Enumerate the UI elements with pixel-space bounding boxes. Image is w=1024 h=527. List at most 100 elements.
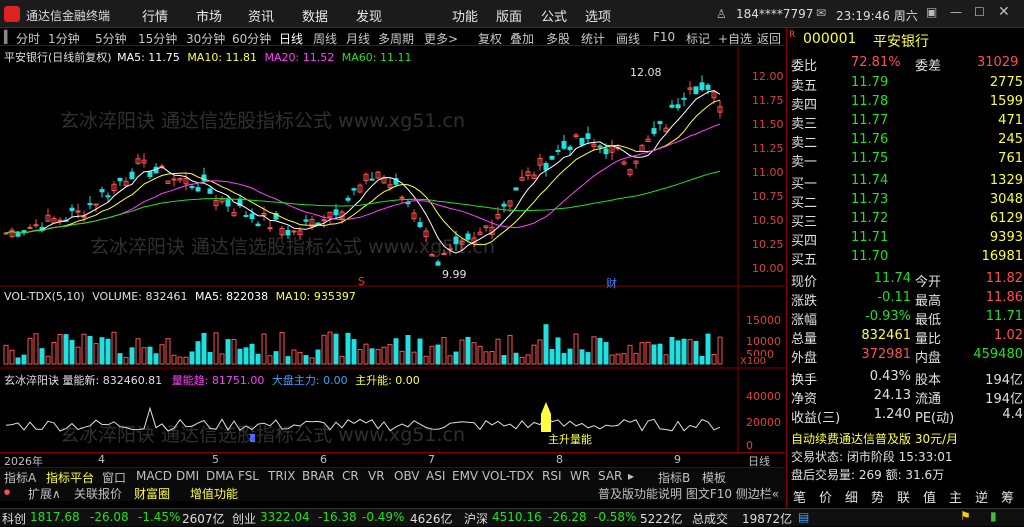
idx-hushen-name[interactable]: 沪深 <box>464 510 488 527</box>
minimize-icon[interactable]: — <box>950 5 962 19</box>
tab-related-quote[interactable]: 关联报价 <box>74 485 122 502</box>
close-icon[interactable]: ✕ <box>998 4 1010 20</box>
period-15min[interactable]: 15分钟 <box>138 30 177 47</box>
tool-biaoji[interactable]: 标记 <box>686 30 710 47</box>
quote-tab-1[interactable]: 价 <box>819 487 832 506</box>
stat-value: 11.86 <box>985 290 1023 305</box>
promo-banner[interactable]: 自动续费通达信普及版 30元/月 <box>791 430 1023 448</box>
menu-gongneng[interactable]: 功能 <box>452 6 478 25</box>
tab-value-added[interactable]: 增值功能 <box>190 485 238 502</box>
menu-shichang[interactable]: 市场 <box>196 6 222 25</box>
period-weekly[interactable]: 周线 <box>313 30 337 47</box>
candle-body <box>195 187 201 192</box>
menu-faxian[interactable]: 发现 <box>356 6 382 25</box>
bid-row[interactable]: 买四 11.71 9393 <box>791 229 1023 249</box>
quote-tab-6[interactable]: 主 <box>949 487 962 506</box>
tab-vr[interactable]: VR <box>368 469 385 483</box>
skin-icon[interactable]: ▣ <box>926 5 937 19</box>
tool-tongji[interactable]: 统计 <box>581 30 605 47</box>
volume-bar <box>447 355 453 365</box>
tab-rsi[interactable]: RSI <box>542 469 562 483</box>
bottom-right-links[interactable]: 普及版功能说明 图文F10 侧边栏« <box>598 485 779 502</box>
quote-tab-2[interactable]: 细 <box>845 487 858 506</box>
ask-row[interactable]: 卖二 11.76 245 <box>791 131 1023 151</box>
tool-duogu[interactable]: 多股 <box>546 30 570 47</box>
menu-zixun[interactable]: 资讯 <box>248 6 274 25</box>
period-more[interactable]: 更多> <box>424 30 458 47</box>
signal-icon: ▮ <box>990 509 997 523</box>
ask-row[interactable]: 卖三 11.77 471 <box>791 112 1023 132</box>
account-label[interactable]: 184****7797 <box>736 7 813 21</box>
quote-tab-5[interactable]: 值 <box>923 487 936 506</box>
bid-row[interactable]: 买三 11.72 6129 <box>791 210 1023 230</box>
quote-tab-7[interactable]: 逆 <box>975 487 988 506</box>
tab-more-arrow-icon[interactable]: ▸ <box>628 469 634 483</box>
ask-row[interactable]: 卖五 11.79 2775 <box>791 74 1023 94</box>
period-multi[interactable]: 多周期 <box>378 30 414 47</box>
bid-row[interactable]: 买一 11.74 1329 <box>791 172 1023 192</box>
tab-asi[interactable]: ASI <box>426 469 445 483</box>
tab-fsl[interactable]: FSL <box>238 469 259 483</box>
tab-expand[interactable]: 扩展∧ <box>28 485 61 502</box>
idx-chuangye-name[interactable]: 创业 <box>232 510 256 527</box>
maximize-icon[interactable]: ☐ <box>974 5 985 19</box>
tool-fuquan[interactable]: 复权 <box>478 30 502 47</box>
stat-label: 现价 <box>791 275 818 290</box>
message-icon[interactable]: ✉ <box>816 6 826 20</box>
tab-cr[interactable]: CR <box>342 469 359 483</box>
period-60min[interactable]: 60分钟 <box>232 30 271 47</box>
user-icon[interactable]: ♙ <box>716 7 727 21</box>
tab-trix[interactable]: TRIX <box>268 469 295 483</box>
quote-tab-0[interactable]: 笔 <box>793 487 806 506</box>
volume-bar <box>69 339 75 365</box>
quote-tab-8[interactable]: 筹 <box>1001 487 1014 506</box>
collapse-icon[interactable]: ▍ <box>4 30 13 44</box>
y-tick: 10.75 <box>752 190 784 203</box>
tab-sar[interactable]: SAR <box>598 469 622 483</box>
record-icon[interactable]: ⏺ <box>4 485 10 500</box>
stock-name[interactable]: 平安银行 <box>873 31 929 51</box>
tool-diejia[interactable]: 叠加 <box>510 30 534 47</box>
chart-icon[interactable]: ▤ <box>798 510 809 524</box>
signal-s-marker[interactable]: S <box>358 275 365 288</box>
tab-macd[interactable]: MACD <box>136 469 172 483</box>
tool-back[interactable]: 返回 <box>757 30 781 47</box>
volume-bar <box>9 349 15 365</box>
ask-row[interactable]: 卖四 11.78 1599 <box>791 93 1023 113</box>
tab-dma[interactable]: DMA <box>206 469 234 483</box>
ask-row[interactable]: 卖一 11.75 761 <box>791 150 1023 170</box>
period-fenshi[interactable]: 分时 <box>16 30 40 47</box>
period-daily[interactable]: 日线 <box>279 30 303 47</box>
candle-body <box>27 226 33 229</box>
stat-value: 194亿 <box>985 373 1023 388</box>
tool-zixuan[interactable]: +自选 <box>718 30 752 47</box>
bell-icon[interactable]: ⚑ <box>960 509 971 523</box>
bid-row[interactable]: 买二 11.73 3048 <box>791 191 1023 211</box>
menu-hangqing[interactable]: 行情 <box>142 6 168 25</box>
period-30min[interactable]: 30分钟 <box>186 30 225 47</box>
bid-row[interactable]: 买五 11.70 16981 <box>791 248 1023 268</box>
menu-gongshi[interactable]: 公式 <box>541 6 567 25</box>
stock-code[interactable]: 000001 <box>803 31 856 47</box>
tab-vol-tdx[interactable]: VOL-TDX <box>482 469 534 483</box>
period-5min[interactable]: 5分钟 <box>95 30 127 47</box>
tab-emv[interactable]: EMV <box>452 469 478 483</box>
tab-brar[interactable]: BRAR <box>302 469 335 483</box>
menu-banmian[interactable]: 版面 <box>496 6 522 25</box>
tab-obv[interactable]: OBV <box>394 469 420 483</box>
menu-xuanxiang[interactable]: 选项 <box>585 6 611 25</box>
volume-bar <box>657 343 663 365</box>
quote-tab-4[interactable]: 联 <box>897 487 910 506</box>
period-monthly[interactable]: 月线 <box>346 30 370 47</box>
volume-bar <box>255 353 261 365</box>
tab-wr[interactable]: WR <box>570 469 590 483</box>
finance-marker[interactable]: 财 <box>606 275 617 291</box>
tool-f10[interactable]: F10 <box>653 30 675 44</box>
tab-wealth-circle[interactable]: 财富圈 <box>134 485 170 502</box>
quote-tab-3[interactable]: 势 <box>871 487 884 506</box>
idx-kechuang-name[interactable]: 科创 <box>2 510 26 527</box>
period-1min[interactable]: 1分钟 <box>48 30 80 47</box>
tool-huaxian[interactable]: 画线 <box>616 30 640 47</box>
menu-shuju[interactable]: 数据 <box>302 6 328 25</box>
tab-dmi[interactable]: DMI <box>176 469 199 483</box>
